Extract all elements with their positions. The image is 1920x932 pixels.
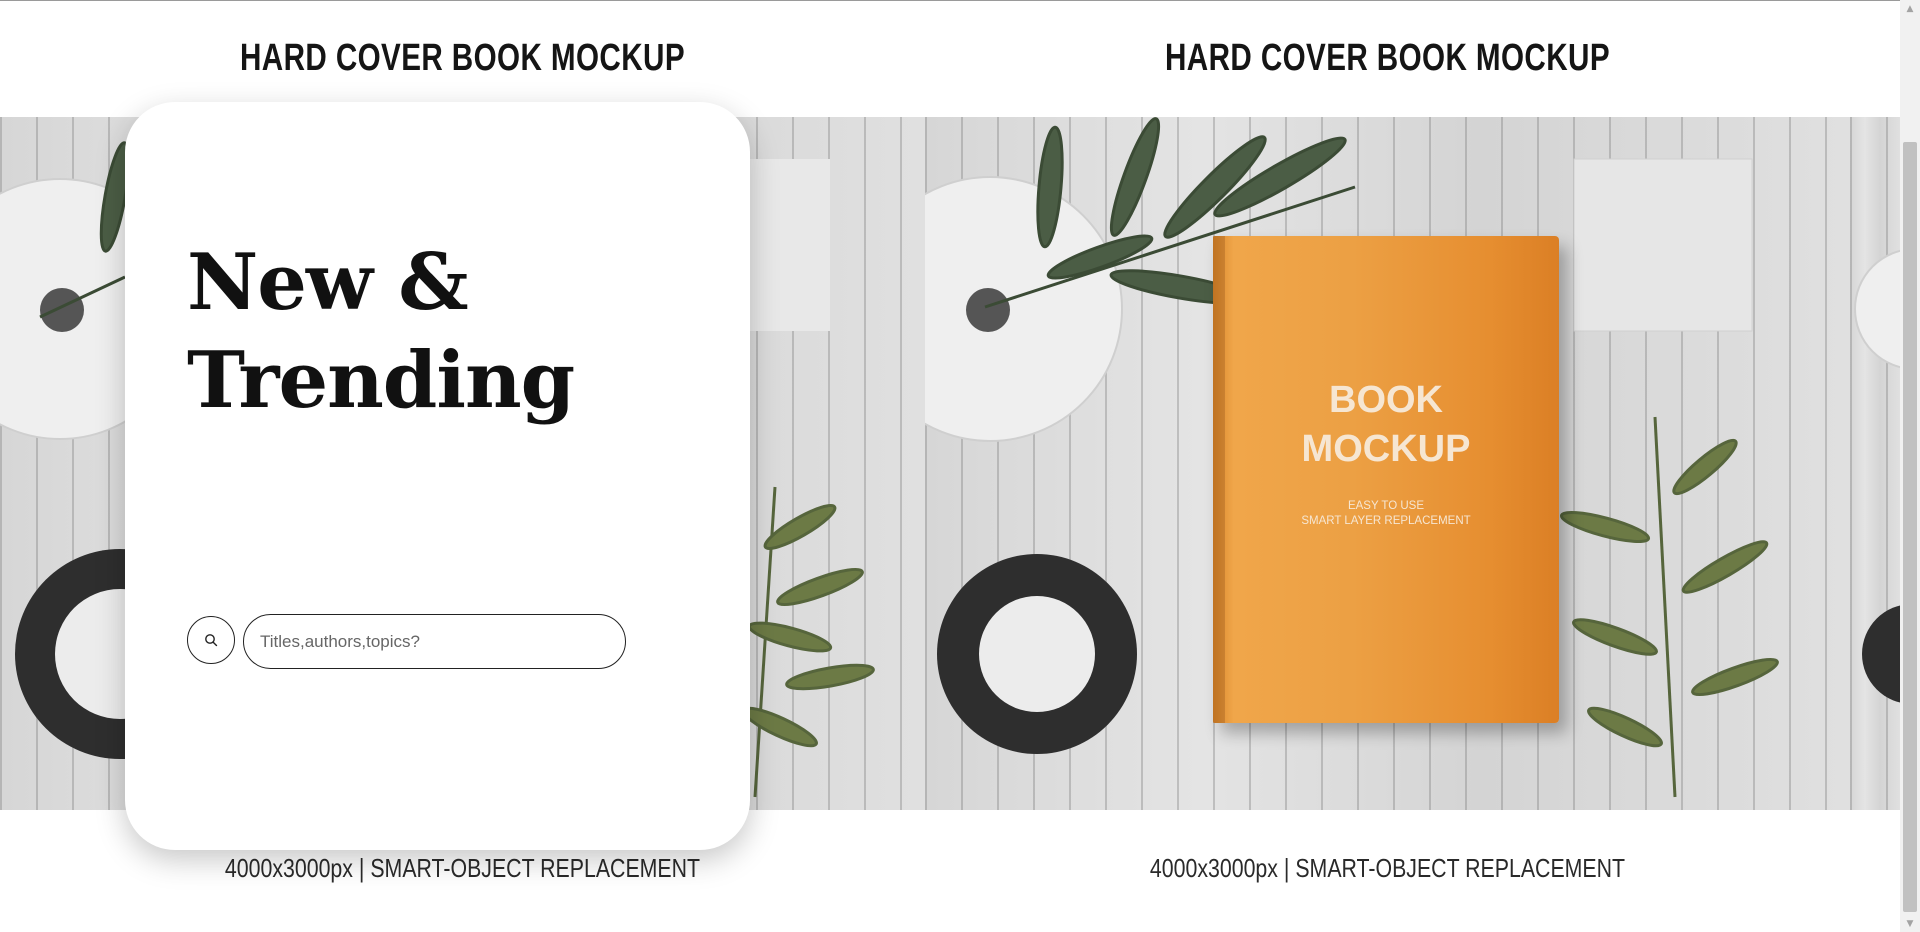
hero-heading: New & Trending	[187, 234, 575, 430]
hero-heading-line-1: New &	[187, 237, 469, 328]
slide-3[interactable]	[1850, 1, 1900, 932]
search-icon	[205, 634, 218, 647]
mockup-image: BOOK MOCKUP EASY TO USE SMART LAYER REPL…	[925, 117, 1850, 810]
slide-2[interactable]: HARD COVER BOOK MOCKUP BOOK MOCKUP EASY …	[925, 1, 1850, 932]
slide-caption: 4000x3000px | SMART-OBJECT REPLACEMENT	[1149, 853, 1626, 883]
slide-title: HARD COVER BOOK MOCKUP	[240, 37, 685, 79]
book-title-line-2: MOCKUP	[1301, 428, 1471, 470]
book-sub-line-2: SMART LAYER REPLACEMENT	[1301, 515, 1471, 527]
search-button[interactable]	[187, 616, 235, 664]
book-cover: BOOK MOCKUP EASY TO USE SMART LAYER REPL…	[1213, 236, 1559, 723]
book-sub-line-1: EASY TO USE	[1347, 500, 1425, 512]
search-input[interactable]	[243, 614, 626, 669]
mockup-image	[1850, 117, 1900, 810]
scroll-up-arrow[interactable]: ▲	[1900, 0, 1920, 17]
hero-card: New & Trending	[125, 102, 750, 850]
scroll-down-arrow[interactable]: ▼	[1900, 915, 1920, 932]
book-subtitle: EASY TO USE SMART LAYER REPLACEMENT	[1213, 499, 1559, 529]
book-title: BOOK MOCKUP	[1213, 376, 1559, 474]
scroll-thumb[interactable]	[1903, 142, 1917, 912]
book-spine	[1213, 236, 1225, 723]
slide-caption: 4000x3000px | SMART-OBJECT REPLACEMENT	[224, 853, 701, 883]
scene-decor	[1854, 249, 1900, 703]
page-scrollbar[interactable]: ▲ ▼	[1900, 0, 1920, 932]
book-title-line-1: BOOK	[1329, 379, 1443, 421]
hero-heading-line-2: Trending	[187, 335, 575, 426]
slide-title: HARD COVER BOOK MOCKUP	[1165, 37, 1610, 79]
